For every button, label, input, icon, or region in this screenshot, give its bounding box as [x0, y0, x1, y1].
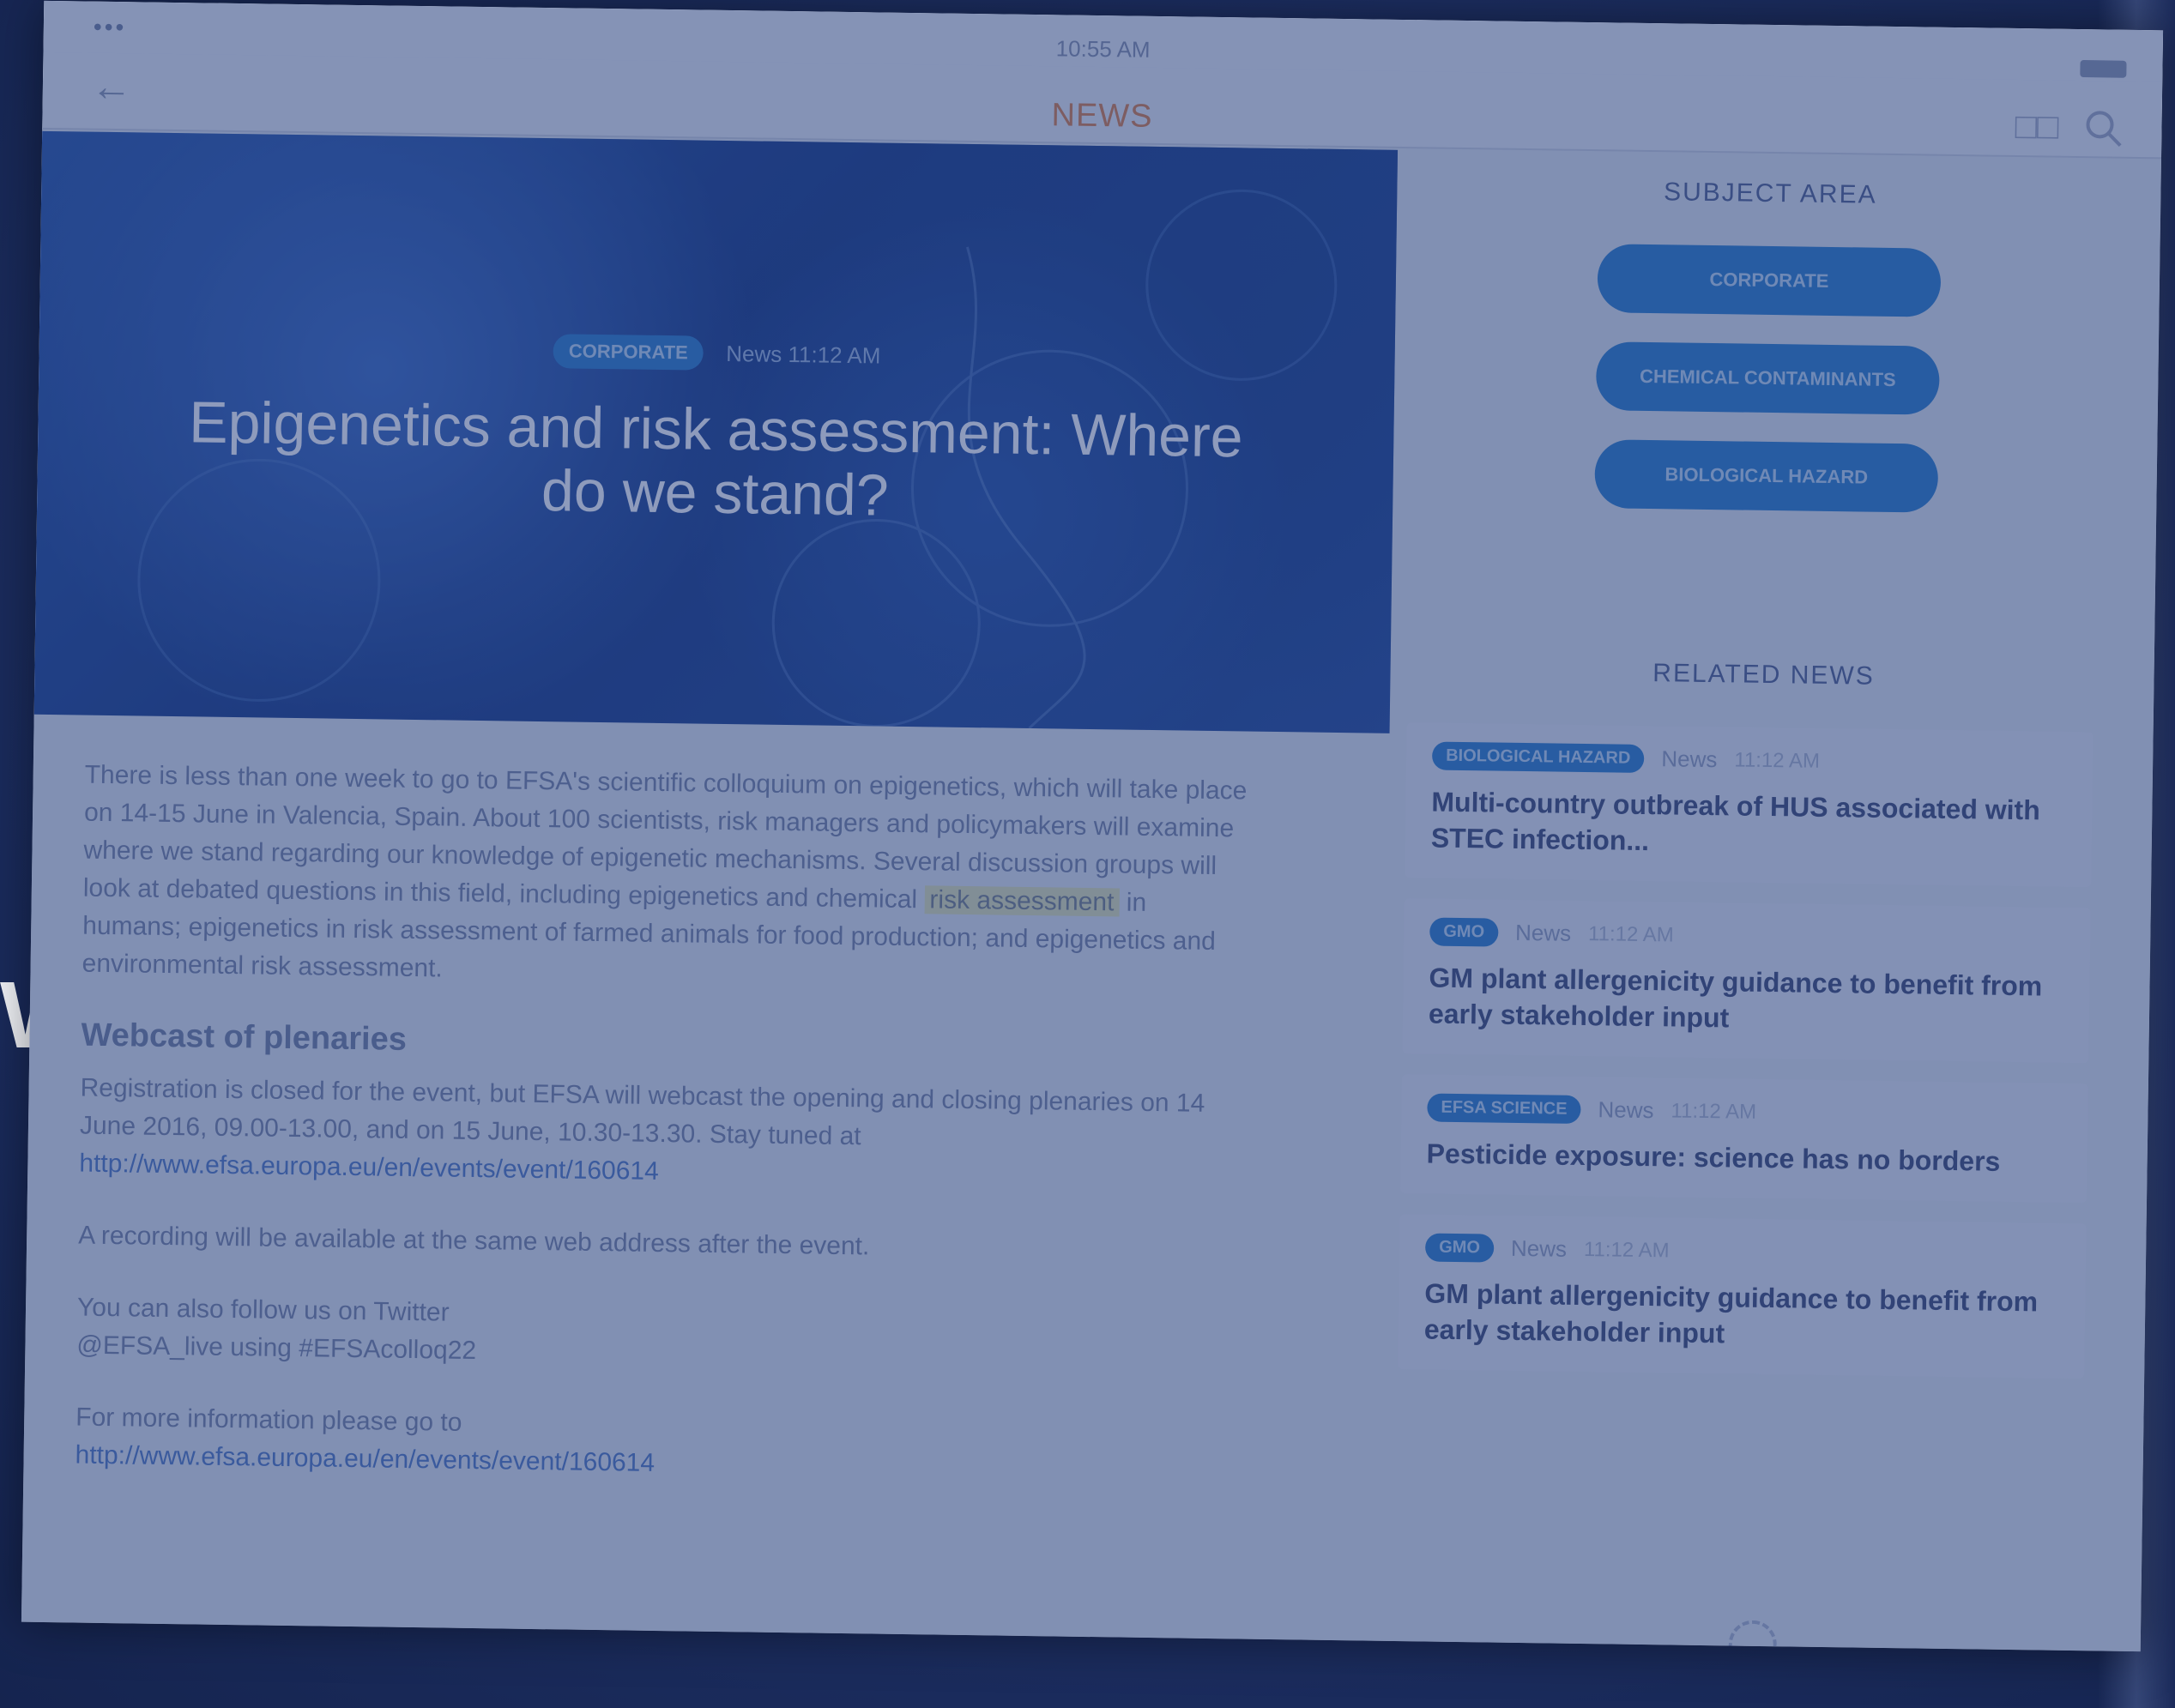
more-info-link[interactable]: http://www.efsa.europa.eu/en/events/even…	[75, 1441, 655, 1477]
news-title: Multi-country outbreak of HUS associated…	[1430, 786, 2041, 857]
tablet-screen: ••• 10:55 AM ← NEWS □□ CORPORATE News 11…	[21, 0, 2164, 1652]
news-tag: BIOLOGICAL HAZARD	[1431, 741, 1645, 773]
news-title: Pesticide exposure: science has no borde…	[1426, 1138, 2001, 1177]
news-title: GM plant allergenicity guidance to benef…	[1428, 962, 2043, 1034]
article-paragraph: A recording will be available at the sam…	[77, 1221, 870, 1261]
subject-button-biological-hazard[interactable]: BIOLOGICAL HAZARD	[1594, 439, 1939, 513]
subject-button-corporate[interactable]: CORPORATE	[1597, 244, 1942, 317]
related-news-item[interactable]: EFSA Science News 11:12 AM Pesticide exp…	[1400, 1074, 2088, 1204]
hero-tag[interactable]: CORPORATE	[553, 334, 704, 371]
subject-list: CORPORATE CHEMICAL CONTAMINANTS BIOLOGIC…	[1410, 241, 2125, 516]
article-paragraph: There is less than one week to go to EFS…	[82, 760, 1248, 983]
webcast-link[interactable]: http://www.efsa.europa.eu/en/events/even…	[79, 1150, 659, 1186]
news-tag: GMO	[1424, 1233, 1495, 1263]
hero-time: 11:12 AM	[788, 341, 881, 369]
hero-banner: CORPORATE News 11:12 AM Epigenetics and …	[33, 130, 1399, 733]
news-kind: News	[1598, 1096, 1654, 1124]
subject-button-chemical-contaminants[interactable]: CHEMICAL CONTAMINANTS	[1595, 341, 1940, 415]
subject-area-heading: SUBJECT AREA	[1663, 178, 1877, 209]
battery-icon	[2080, 59, 2127, 78]
news-title: GM plant allergenicity guidance to benef…	[1423, 1277, 2039, 1349]
search-icon	[2086, 110, 2122, 147]
news-tag: GMO	[1429, 917, 1499, 947]
news-time: 11:12 AM	[1734, 747, 1821, 773]
book-button[interactable]: □□	[2015, 106, 2058, 148]
related-news-item[interactable]: BIOLOGICAL HAZARD News 11:12 AM Multi-co…	[1405, 722, 2093, 888]
article-paragraph: For more information please go to http:/…	[75, 1403, 656, 1477]
article-paragraph: You can also follow us on Twitter @EFSA_…	[76, 1293, 477, 1366]
news-tag: EFSA Science	[1427, 1093, 1581, 1124]
book-icon: □□	[2015, 105, 2059, 147]
highlighted-term[interactable]: risk assessment	[924, 885, 1120, 917]
search-button[interactable]	[2079, 105, 2128, 154]
related-news-heading: RELATED NEWS	[1652, 659, 1875, 691]
news-time: 11:12 AM	[1583, 1237, 1670, 1262]
section-heading: Webcast of plenaries	[81, 1017, 408, 1058]
news-kind: News	[1661, 745, 1718, 773]
news-time: 11:12 AM	[1671, 1098, 1757, 1124]
article-body: There is less than one week to go to EFS…	[75, 757, 1252, 1525]
news-kind: News	[1514, 919, 1572, 946]
news-time: 11:12 AM	[1587, 921, 1674, 946]
article-title: Epigenetics and risk assessment: Where d…	[188, 389, 1244, 528]
sidebar: SUBJECT AREA CORPORATE CHEMICAL CONTAMIN…	[1398, 174, 2127, 1399]
related-news-item[interactable]: GMO News 11:12 AM GM plant allergenicity…	[1398, 1214, 2087, 1379]
news-kind: News	[1510, 1234, 1568, 1262]
hero-kind: News	[726, 340, 782, 367]
article-paragraph: Registration is closed for the event, bu…	[79, 1073, 1205, 1186]
related-news-item[interactable]: GMO News 11:12 AM GM plant allergenicity…	[1402, 898, 2091, 1064]
